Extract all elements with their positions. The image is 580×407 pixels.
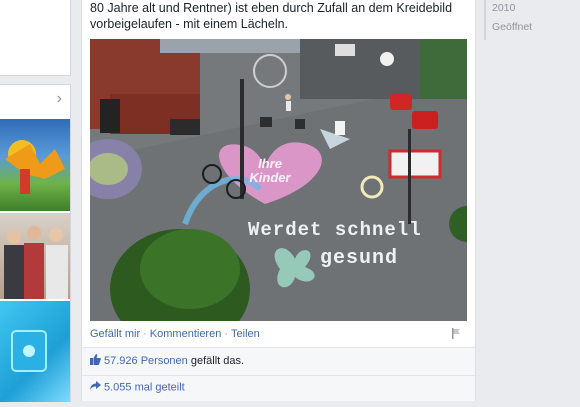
likes-row: 57.926 Personen gefällt das. [82, 348, 475, 376]
timeline-year-2010[interactable]: 2010 [492, 2, 515, 14]
comment-link[interactable]: Kommentieren [150, 328, 222, 340]
post-text-line-2: vorbeigelaufen - mit einem Lächeln. [90, 17, 289, 31]
post-card: 80 Jahre alt und Rentner) ist eben durch… [81, 0, 476, 401]
timeline-opened[interactable]: Geöffnet [492, 21, 532, 33]
thumbs-up-icon [90, 354, 101, 368]
shares-count-link[interactable]: 5.055 mal geteilt [104, 381, 185, 393]
left-profile-card [0, 0, 71, 76]
flag-icon[interactable] [451, 328, 461, 342]
separator-dot: · [224, 328, 229, 340]
likes-suffix: gefällt das. [187, 354, 245, 367]
share-link[interactable]: Teilen [231, 328, 260, 340]
post-actions: Gefällt mir · Kommentieren · Teilen [90, 328, 260, 340]
share-arrow-icon [90, 381, 101, 394]
photo-thumbnail-2[interactable] [0, 213, 70, 299]
shares-summary: 5.055 mal geteilt [90, 381, 185, 394]
post-photo[interactable]: Ihre Kinder Werdet schnell gesund [90, 39, 467, 321]
chalk-text-line-2: gesund [320, 247, 399, 270]
left-photos-panel: › [0, 84, 71, 402]
post-text: 80 Jahre alt und Rentner) ist eben durch… [90, 0, 470, 32]
chalk-heart-text: Ihre Kinder [249, 156, 291, 185]
separator-dot: · [143, 328, 147, 340]
photo-thumbnail-3[interactable] [0, 301, 70, 402]
chevron-right-icon[interactable]: › [57, 91, 62, 107]
shares-row: 5.055 mal geteilt [82, 376, 475, 401]
photo-thumbnail-1[interactable] [0, 119, 70, 211]
likes-count-link[interactable]: 57.926 Personen [104, 355, 188, 367]
like-link[interactable]: Gefällt mir [90, 328, 140, 340]
timeline-bar [484, 0, 486, 40]
chalk-text-line-1: Werdet schnell [248, 219, 422, 241]
post-text-line-1: 80 Jahre alt und Rentner) ist eben durch… [90, 1, 453, 15]
likes-summary: 57.926 Personen gefällt das. [90, 354, 244, 368]
